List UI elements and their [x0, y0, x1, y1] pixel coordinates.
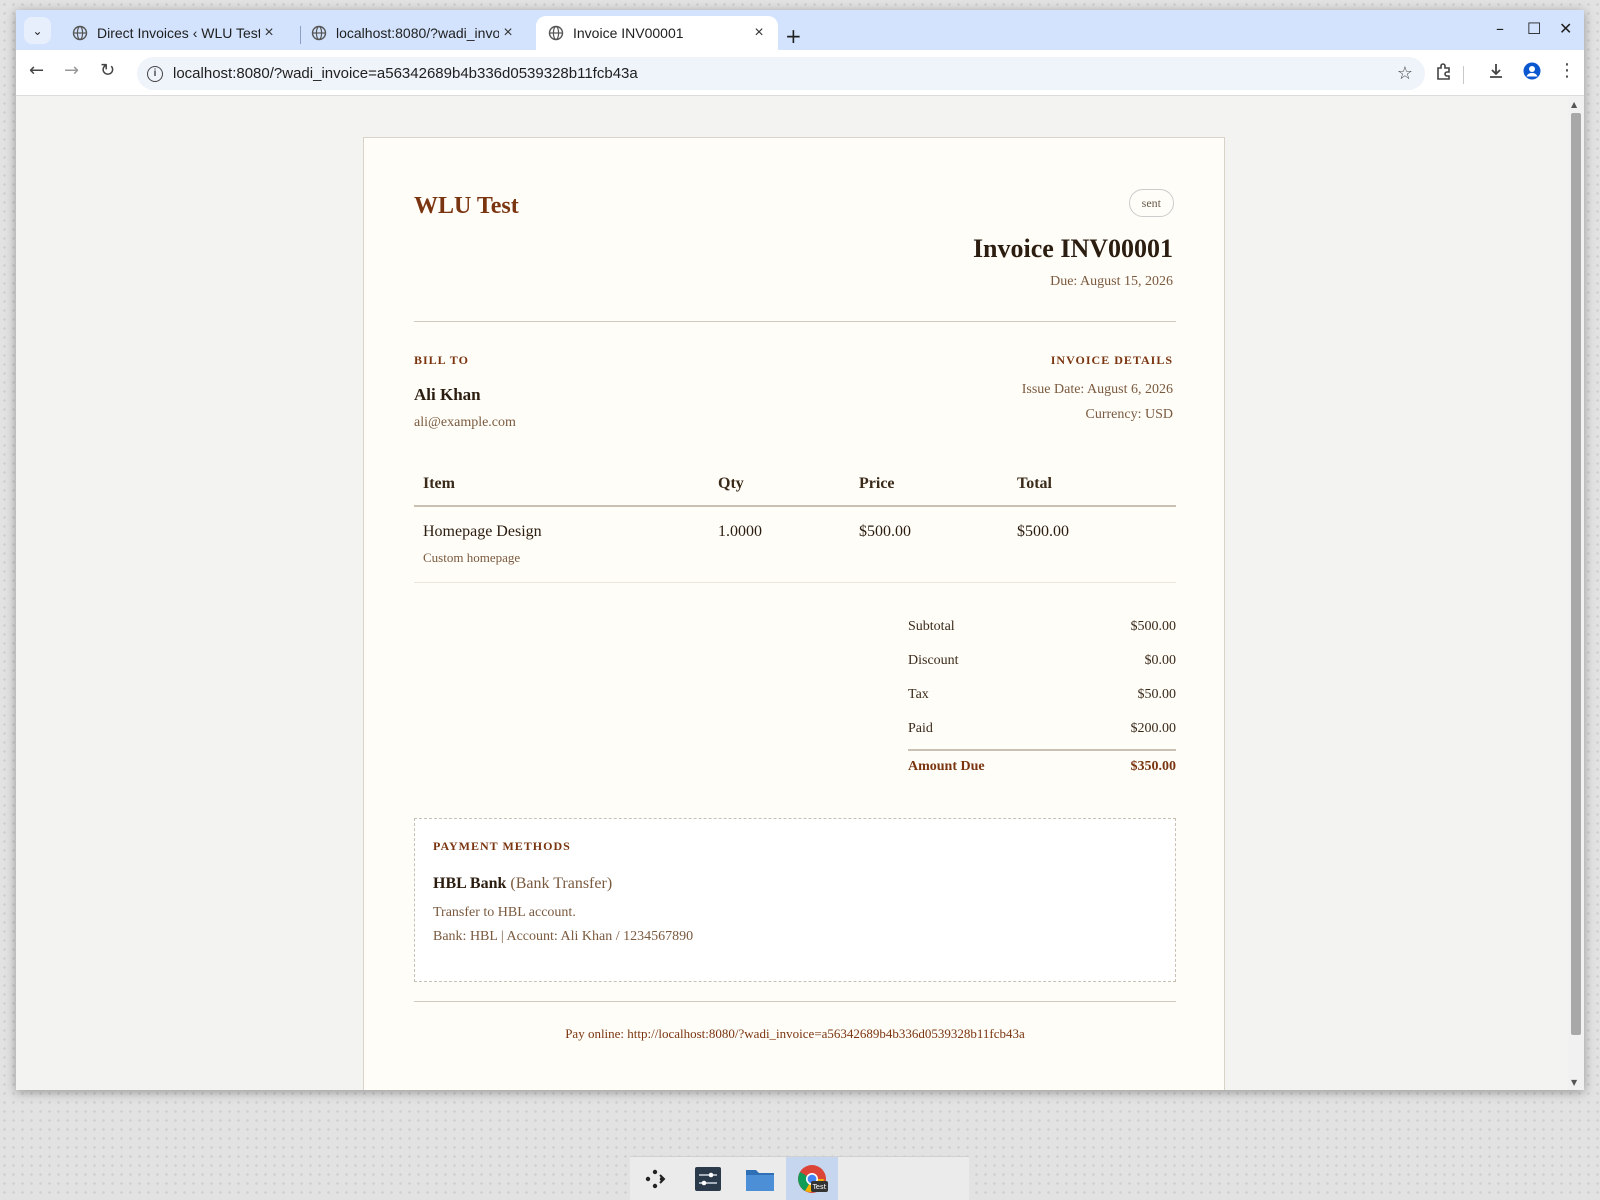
paid-label: Paid — [908, 721, 933, 736]
tax-value: $50.00 — [1137, 687, 1177, 702]
taskbar-app-launcher[interactable] — [630, 1157, 682, 1200]
status-badge: sent — [1128, 189, 1174, 217]
amount-due-label: Amount Due — [908, 759, 985, 774]
client-name: Ali Khan — [414, 385, 481, 404]
close-icon[interactable]: × — [260, 24, 278, 42]
tab-title: Invoice INV00001 — [573, 25, 684, 41]
payment-methods-label: PAYMENT METHODS — [433, 839, 571, 853]
minimize-icon[interactable]: – — [1496, 21, 1504, 37]
page-viewport: ▲ ▼ WLU Test sent Invoice INV00001 Due: … — [16, 97, 1584, 1090]
app-launcher-icon — [645, 1169, 666, 1189]
invoice-title: Invoice INV00001 — [972, 234, 1173, 263]
column-header-qty: Qty — [718, 475, 744, 492]
paid-value: $200.00 — [1130, 721, 1177, 736]
tax-row: Tax $50.00 — [908, 678, 1176, 712]
menu-kebab-icon[interactable]: ⋮ — [1558, 62, 1576, 80]
chevron-down-icon: ⌄ — [32, 23, 43, 38]
tab-strip: ⌄ Direct Invoices ‹ WLU Test × localhost… — [16, 10, 1584, 50]
chrome-profile-badge: Test — [812, 1183, 827, 1191]
issue-date: Issue Date: August 6, 2026 — [1021, 382, 1173, 397]
globe-icon — [311, 25, 327, 41]
close-icon[interactable]: × — [750, 24, 768, 42]
taskbar-settings[interactable] — [682, 1157, 734, 1200]
tax-label: Tax — [908, 687, 929, 702]
vertical-scrollbar[interactable]: ▲ ▼ — [1568, 97, 1584, 1090]
tab-localhost[interactable]: localhost:8080/?wadi_invoice=a56342689b4… — [299, 16, 527, 50]
browser-window: ⌄ Direct Invoices ‹ WLU Test × localhost… — [16, 10, 1584, 1090]
window-close-icon[interactable]: ✕ — [1559, 21, 1572, 37]
taskbar: Test — [630, 1156, 969, 1200]
tab-title: Direct Invoices ‹ WLU Test — [97, 25, 260, 41]
profile-avatar-icon[interactable] — [1523, 62, 1541, 84]
tab-direct-invoices[interactable]: Direct Invoices ‹ WLU Test × — [60, 16, 288, 50]
column-header-item: Item — [423, 475, 455, 492]
tab-title: localhost:8080/?wadi_invoice=a56342689b4… — [336, 25, 499, 41]
subtotal-value: $500.00 — [1130, 619, 1177, 634]
payment-account-details: Bank: HBL | Account: Ali Khan / 12345678… — [433, 929, 694, 944]
invoice-document: WLU Test sent Invoice INV00001 Due: Augu… — [363, 137, 1225, 1090]
payment-method-name: HBL Bank — [433, 875, 507, 892]
totals-summary: Subtotal $500.00 Discount $0.00 Tax $50.… — [908, 610, 1176, 783]
header-divider — [414, 321, 1176, 322]
taskbar-files[interactable] — [734, 1157, 786, 1200]
forward-icon[interactable]: → — [64, 62, 79, 80]
site-info-icon[interactable]: i — [147, 65, 163, 82]
item-total: $500.00 — [1017, 523, 1069, 540]
url-text: localhost:8080/?wadi_invoice=a56342689b4… — [173, 65, 638, 82]
payment-methods-box: PAYMENT METHODS HBL Bank (Bank Transfer)… — [414, 818, 1176, 982]
payment-instructions: Transfer to HBL account. — [433, 905, 576, 920]
item-price: $500.00 — [859, 523, 911, 540]
tab-search-button[interactable]: ⌄ — [24, 17, 51, 44]
discount-row: Discount $0.00 — [908, 644, 1176, 678]
amount-due-row: Amount Due $350.00 — [908, 749, 1176, 783]
item-cell: Homepage Design Custom homepage — [414, 523, 718, 582]
discount-value: $0.00 — [1144, 653, 1177, 668]
item-description: Custom homepage — [423, 550, 521, 565]
table-header: Item Qty Price Total — [414, 463, 1176, 507]
toolbar-separator — [1463, 66, 1464, 84]
maximize-icon[interactable]: ☐ — [1527, 21, 1541, 37]
table-row: Homepage Design Custom homepage 1.0000 $… — [414, 507, 1176, 583]
download-icon[interactable] — [1487, 62, 1505, 84]
back-icon[interactable]: ← — [29, 62, 44, 80]
item-qty: 1.0000 — [718, 523, 762, 540]
extensions-icon[interactable] — [1435, 62, 1453, 84]
bill-to-label: BILL TO — [414, 353, 469, 367]
close-icon[interactable]: × — [499, 24, 517, 42]
column-header-price: Price — [859, 475, 895, 492]
new-tab-button[interactable]: + — [785, 26, 802, 46]
column-header-total: Total — [1017, 475, 1052, 492]
invoice-details-label: INVOICE DETAILS — [1050, 353, 1173, 367]
bookmark-star-icon[interactable]: ☆ — [1397, 63, 1413, 84]
amount-due-value: $350.00 — [1130, 759, 1177, 774]
globe-icon — [72, 25, 88, 41]
folder-icon — [746, 1170, 774, 1191]
company-name: WLU Test — [414, 193, 519, 219]
settings-panel-icon — [695, 1167, 721, 1191]
payment-method-type: (Bank Transfer) — [510, 875, 613, 892]
scrollbar-thumb[interactable] — [1571, 113, 1581, 1035]
currency: Currency: USD — [1085, 407, 1174, 422]
scroll-down-icon[interactable]: ▼ — [1571, 1078, 1577, 1087]
tab-invoice[interactable]: Invoice INV00001 × — [536, 16, 778, 50]
scroll-up-icon[interactable]: ▲ — [1571, 100, 1577, 109]
subtotal-label: Subtotal — [908, 619, 955, 634]
reload-icon[interactable]: ↻ — [100, 62, 115, 80]
chrome-icon: Test — [798, 1165, 828, 1193]
address-bar[interactable]: i localhost:8080/?wadi_invoice=a56342689… — [137, 57, 1425, 90]
items-table: Item Qty Price Total Homepage Design Cus… — [414, 463, 1176, 583]
client-email: ali@example.com — [414, 415, 516, 430]
due-date: Due: August 15, 2026 — [1050, 274, 1173, 289]
taskbar-chrome[interactable]: Test — [786, 1157, 838, 1200]
subtotal-row: Subtotal $500.00 — [908, 610, 1176, 644]
payment-method-title: HBL Bank (Bank Transfer) — [433, 875, 612, 893]
item-name: Homepage Design — [423, 523, 542, 540]
paid-row: Paid $200.00 — [908, 712, 1176, 746]
browser-toolbar: ← → ↻ i localhost:8080/?wadi_invoice=a56… — [16, 50, 1584, 96]
footer-divider — [414, 1001, 1176, 1002]
discount-label: Discount — [908, 653, 959, 668]
pay-online-link[interactable]: Pay online: http://localhost:8080/?wadi_… — [414, 1026, 1176, 1042]
globe-icon — [548, 25, 564, 41]
